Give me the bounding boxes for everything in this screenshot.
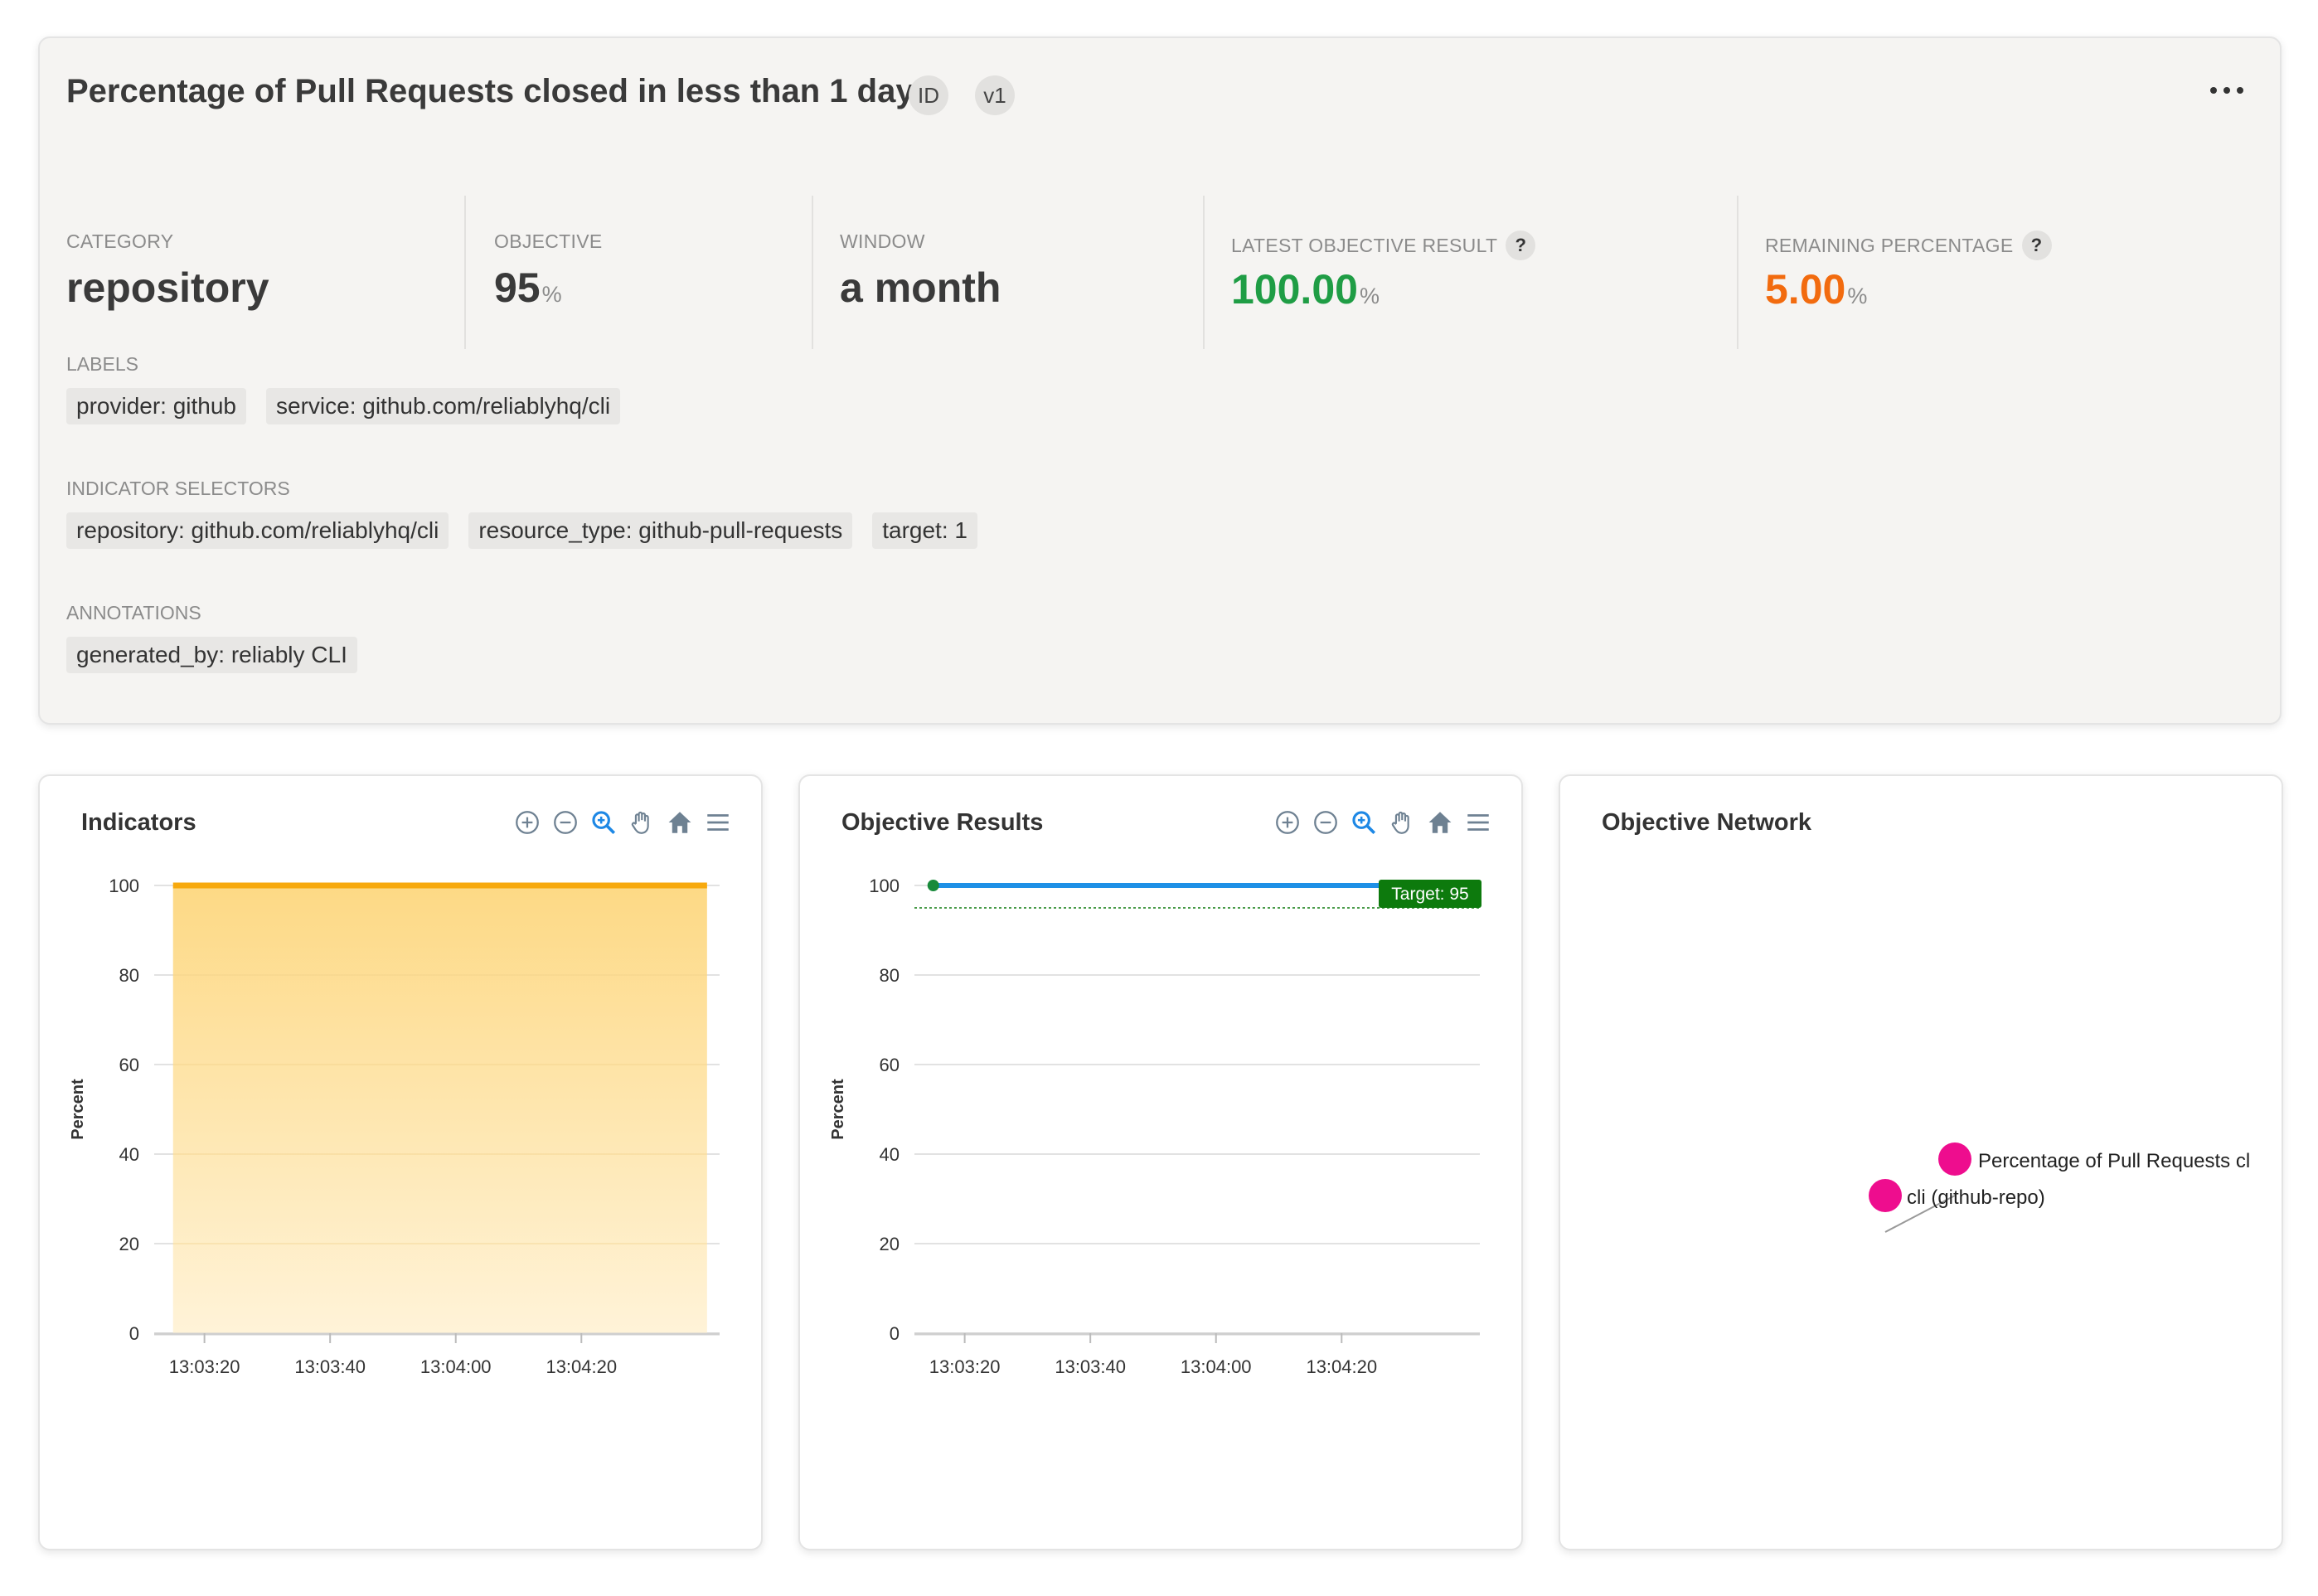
stat-number: 100.00 xyxy=(1231,266,1358,313)
stat-unit: % xyxy=(541,282,562,307)
area-fill xyxy=(172,885,707,1333)
stat-value: 5.00% xyxy=(1765,265,1867,313)
stat-value: repository xyxy=(66,264,269,311)
objective-results-chart[interactable]: 0 20 40 60 80 100 Target: 95 13:03:20 13:03:40 13… xyxy=(800,776,1525,1552)
help-icon[interactable]: ? xyxy=(1506,230,1536,260)
x-tick-label: 13:03:20 xyxy=(169,1356,240,1377)
y-tick-label: 80 xyxy=(119,965,139,986)
y-tick-label: 40 xyxy=(880,1144,900,1165)
annotations-list: generated_by: reliably CLI xyxy=(66,637,357,673)
selector-chip: resource_type: github-pull-requests xyxy=(468,512,853,549)
stat-category: CATEGORY repository xyxy=(66,196,464,349)
stat-label-text: LATEST OBJECTIVE RESULT xyxy=(1231,234,1498,256)
network-node[interactable] xyxy=(1869,1179,1902,1212)
stat-unit: % xyxy=(1847,284,1868,308)
stat-unit: % xyxy=(1359,284,1380,308)
y-tick-label: 0 xyxy=(129,1323,139,1344)
network-node[interactable] xyxy=(1938,1142,1971,1176)
stat-label: WINDOW xyxy=(840,230,925,252)
objective-results-panel: Objective Results 0 20 40 60 80 100 Target: 95… xyxy=(798,774,1523,1550)
version-badge[interactable]: v1 xyxy=(975,75,1015,115)
stat-number: 95 xyxy=(494,264,541,311)
stat-label: OBJECTIVE xyxy=(494,230,603,252)
objective-title: Percentage of Pull Requests closed in le… xyxy=(66,73,933,109)
stat-label-text: REMAINING PERCENTAGE xyxy=(1765,234,2014,256)
y-tick-label: 20 xyxy=(119,1234,139,1254)
label-chip: provider: github xyxy=(66,388,247,424)
annotation-chip: generated_by: reliably CLI xyxy=(66,637,357,673)
y-tick-label: 100 xyxy=(869,876,900,896)
network-node-label: cli (github-repo) xyxy=(1907,1186,2045,1209)
x-tick-label: 13:04:20 xyxy=(1306,1356,1377,1377)
network-node-label: Percentage of Pull Requests cl xyxy=(1978,1150,2250,1172)
objective-card: Percentage of Pull Requests closed in le… xyxy=(38,36,2282,725)
selector-chip: repository: github.com/reliablyhq/cli xyxy=(66,512,449,549)
annotations-heading: ANNOTATIONS xyxy=(66,602,201,623)
labels-heading: LABELS xyxy=(66,353,138,375)
labels-list: provider: github service: github.com/rel… xyxy=(66,388,621,424)
x-tick-label: 13:03:20 xyxy=(929,1356,1001,1377)
network-graph[interactable]: Percentage of Pull Requests cl cli (gith… xyxy=(1560,776,2285,1552)
y-axis-title: Percent xyxy=(69,1079,87,1140)
stat-window: WINDOW a month xyxy=(812,196,1203,349)
indicator-selectors-list: repository: github.com/reliablyhq/cli re… xyxy=(66,512,977,549)
more-horizontal-icon[interactable] xyxy=(2210,78,2243,103)
y-tick-label: 20 xyxy=(880,1234,900,1254)
x-tick-label: 13:03:40 xyxy=(1055,1356,1126,1377)
y-tick-label: 60 xyxy=(880,1055,900,1075)
selector-chip: target: 1 xyxy=(872,512,977,549)
label-chip: service: github.com/reliablyhq/cli xyxy=(266,388,621,424)
x-tick-label: 13:04:00 xyxy=(420,1356,492,1377)
y-tick-label: 40 xyxy=(119,1144,139,1165)
help-icon[interactable]: ? xyxy=(2021,230,2052,260)
indicators-chart[interactable]: 0 20 40 60 80 100 13:03:20 13:03:40 13:04:00 13:0… xyxy=(40,776,764,1552)
y-tick-label: 0 xyxy=(890,1323,900,1344)
x-tick-label: 13:03:40 xyxy=(294,1356,366,1377)
stat-label: LATEST OBJECTIVE RESULT? xyxy=(1231,230,1536,260)
stat-value: a month xyxy=(840,264,1001,311)
id-badge[interactable]: ID xyxy=(909,75,948,115)
x-tick-label: 13:04:00 xyxy=(1181,1356,1252,1377)
stat-label: REMAINING PERCENTAGE? xyxy=(1765,230,2052,260)
objective-stats: CATEGORY repository OBJECTIVE 95% WINDOW… xyxy=(40,196,2280,349)
target-label: Target: 95 xyxy=(1391,885,1468,904)
objective-network-panel: Objective Network Percentage of Pull Req… xyxy=(1559,774,2283,1550)
indicators-panel: Indicators 0 20 40 60 80 100 13:03:20 13:03:40 1… xyxy=(38,774,763,1550)
stat-objective: OBJECTIVE 95% xyxy=(464,196,812,349)
y-tick-label: 100 xyxy=(109,876,139,896)
x-tick-label: 13:04:20 xyxy=(546,1356,617,1377)
y-tick-label: 80 xyxy=(880,965,900,986)
stat-label: CATEGORY xyxy=(66,230,174,252)
data-point[interactable] xyxy=(927,880,939,891)
stat-latest-result: LATEST OBJECTIVE RESULT? 100.00% xyxy=(1203,196,1737,349)
y-axis-title: Percent xyxy=(829,1079,847,1140)
stat-value: 100.00% xyxy=(1231,265,1380,313)
stat-remaining: REMAINING PERCENTAGE? 5.00% xyxy=(1737,196,2267,349)
y-tick-label: 60 xyxy=(119,1055,139,1075)
indicator-selectors-heading: INDICATOR SELECTORS xyxy=(66,478,290,499)
stat-number: 5.00 xyxy=(1765,266,1846,313)
stat-value: 95% xyxy=(494,264,562,312)
